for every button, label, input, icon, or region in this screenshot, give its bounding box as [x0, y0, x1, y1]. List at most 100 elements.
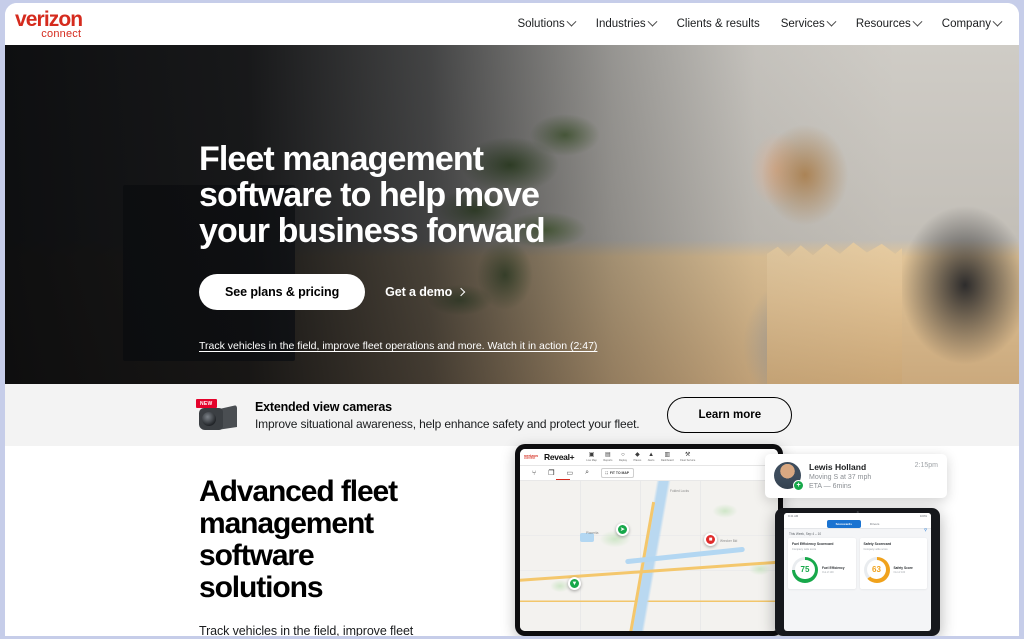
hero-heading: Fleet management software to help move y…: [199, 140, 546, 251]
app-nav-fleet-service[interactable]: ⚒ Fleet Service: [680, 452, 695, 462]
app-nav-label: Live Map: [586, 459, 597, 462]
app-nav-live-map[interactable]: ▣ Live Map: [586, 452, 597, 462]
gauge-text: Safety Score Out of 100: [894, 566, 913, 574]
fit-to-map-label: FIT TO MAP: [609, 471, 630, 475]
app-nav-replay[interactable]: ○ Replay: [619, 452, 627, 462]
see-plans-pricing-button[interactable]: See plans & pricing: [199, 274, 366, 311]
search-icon[interactable]: ⚲: [924, 527, 927, 532]
gauge-sublabel: Out of 100: [893, 570, 906, 574]
reveal-app-screen: verizon connect Reveal+ ▣ Live Map ▤ Rep…: [520, 449, 778, 631]
gauge-label: Fuel Efficiency: [822, 565, 845, 570]
tab-scorecards[interactable]: Scorecards: [826, 519, 861, 528]
driver-avatar-wrapper: +: [774, 462, 804, 491]
app-nav-label: Dashboard: [660, 459, 674, 462]
nav-label: Industries: [595, 18, 646, 30]
browser-frame: verizon connect Solutions Industries Cli…: [0, 0, 1024, 639]
driver-info: Lewis Holland Moving S at 37 mph ETA — 6…: [809, 462, 907, 490]
hero-content: Fleet management software to help move y…: [199, 141, 759, 354]
hierarchy-icon[interactable]: ⑂: [532, 470, 536, 477]
app-navigation: ▣ Live Map ▤ Reports ○ Replay ◆ Places ▲…: [586, 452, 695, 462]
nav-label: Company: [941, 18, 991, 30]
tablet-device-small: 9:41 AM 100% Scorecards Drivers ⚲ This W…: [775, 508, 940, 636]
camera-lens-shape: [202, 412, 216, 426]
fit-to-map-button[interactable]: ⛶ FIT TO MAP: [601, 467, 634, 479]
places-icon: ◆: [635, 452, 640, 458]
chevron-down-icon: [647, 16, 658, 27]
learn-more-button[interactable]: Learn more: [667, 397, 793, 433]
get-a-demo-link[interactable]: Get a demo: [385, 285, 466, 300]
app-nav-label: Fleet Service: [680, 459, 696, 462]
driver-status-card[interactable]: + Lewis Holland Moving S at 37 mph ETA —…: [765, 454, 947, 498]
tab-drivers[interactable]: Drivers: [861, 520, 889, 528]
chevron-down-icon: [566, 16, 577, 27]
dashcam-icon: NEW: [195, 396, 241, 434]
fit-to-map-glyph: ⛶: [605, 471, 608, 475]
nav-item-resources[interactable]: Resources: [856, 16, 923, 30]
status-badge-icon: +: [793, 480, 804, 491]
app-nav-places[interactable]: ◆ Places: [634, 452, 642, 462]
app-nav-label: Alerts: [647, 459, 655, 462]
fleet-service-icon: ⚒: [685, 452, 691, 458]
vehicles-icon[interactable]: ❐: [548, 469, 554, 477]
replay-icon: ○: [621, 452, 625, 458]
vehicle-marker-moving[interactable]: ➤: [616, 523, 629, 536]
promo-title: Extended view cameras: [255, 399, 392, 414]
scorecard-safety[interactable]: Safety Scorecard Company wide score 63 S…: [859, 538, 927, 589]
get-a-demo-label: Get a demo: [385, 285, 453, 300]
chevron-right-icon: [456, 287, 466, 297]
alerts-icon: ▲: [648, 452, 655, 458]
live-map[interactable]: Folded Locks Placerita Wrecker Bid ➤ ▼ ■: [520, 481, 778, 631]
nav-item-services[interactable]: Services: [781, 16, 837, 30]
scorecard-gauge-row: 63 Safety Score Out of 100: [863, 556, 924, 583]
week-range-label: This Week, Sep 4 – 10: [789, 532, 822, 536]
scorecard-subtitle: Company wide score: [792, 547, 817, 551]
driver-status: Moving S at 37 mph: [809, 474, 872, 481]
new-badge: NEW: [196, 399, 217, 408]
driver-name: Lewis Holland: [809, 462, 867, 472]
gauge-value: 63: [872, 565, 881, 574]
scorecard-fuel-efficiency[interactable]: Fuel Efficiency Scorecard Company wide s…: [788, 538, 856, 589]
nav-label: Clients & results: [676, 18, 760, 30]
nav-item-clients-results[interactable]: Clients & results: [677, 18, 760, 30]
gauge-label: Safety Score: [893, 565, 913, 570]
app-nav-dashboard[interactable]: ▥ Dashboard: [661, 452, 674, 462]
vehicle-marker-moving[interactable]: ▼: [568, 577, 581, 590]
active-tab-indicator: [556, 478, 570, 480]
app-toolbar: ⑂ ❐ ▭ ⌕ ⛶ FIT TO MAP: [520, 466, 778, 481]
hero-cta-group: See plans & pricing Get a demo: [199, 274, 759, 311]
advanced-solutions-section: Advanced fleet management software solut…: [5, 444, 1019, 636]
chevron-down-icon: [992, 16, 1003, 27]
gauge-text: Fuel Efficiency Out of 100: [822, 566, 845, 574]
live-map-icon: ▣: [588, 452, 595, 458]
status-battery: 100%: [919, 514, 927, 518]
site-header: verizon connect Solutions Industries Cli…: [5, 3, 1019, 45]
app-nav-alerts[interactable]: ▲ Alerts: [648, 452, 655, 462]
scorecard-gauge-row: 75 Fuel Efficiency Out of 100: [792, 556, 852, 583]
scorecards-app-screen: 9:41 AM 100% Scorecards Drivers ⚲ This W…: [784, 513, 931, 631]
logo-verizon-text: verizon: [15, 7, 83, 31]
nav-item-company[interactable]: Company: [941, 16, 1003, 30]
promo-banner: NEW Extended view cameras Improve situat…: [5, 384, 1019, 446]
fuel-efficiency-gauge: 75: [792, 556, 818, 583]
card-view-icon[interactable]: ▭: [566, 469, 573, 477]
scorecards-tabbar: Scorecards Drivers ⚲: [784, 519, 931, 532]
nav-item-solutions[interactable]: Solutions: [517, 16, 577, 30]
section-text-block: Advanced fleet management software solut…: [199, 475, 499, 636]
vehicle-marker-stopped[interactable]: ■: [704, 533, 717, 546]
verizon-connect-logo[interactable]: verizon connect: [15, 7, 83, 40]
chevron-down-icon: [912, 16, 923, 27]
chevron-down-icon: [826, 16, 837, 27]
search-icon[interactable]: ⌕: [585, 469, 589, 477]
app-nav-reports[interactable]: ▤ Reports: [603, 452, 612, 462]
app-nav-label: Replay: [618, 459, 627, 462]
section-heading: Advanced fleet management software solut…: [199, 475, 398, 605]
gauge-value: 75: [800, 565, 810, 574]
safety-score-gauge: 63: [863, 556, 890, 583]
section-subtitle: Track vehicles in the field, improve fle…: [199, 624, 414, 636]
tablet-device-large: verizon connect Reveal+ ▣ Live Map ▤ Rep…: [515, 444, 783, 636]
watch-video-link[interactable]: Track vehicles in the field, improve fle…: [199, 340, 597, 352]
nav-item-industries[interactable]: Industries: [595, 16, 658, 30]
nav-label: Solutions: [517, 18, 565, 30]
product-device-mockups: verizon connect Reveal+ ▣ Live Map ▤ Rep…: [510, 444, 980, 636]
hero-section: Fleet management software to help move y…: [5, 45, 1019, 384]
